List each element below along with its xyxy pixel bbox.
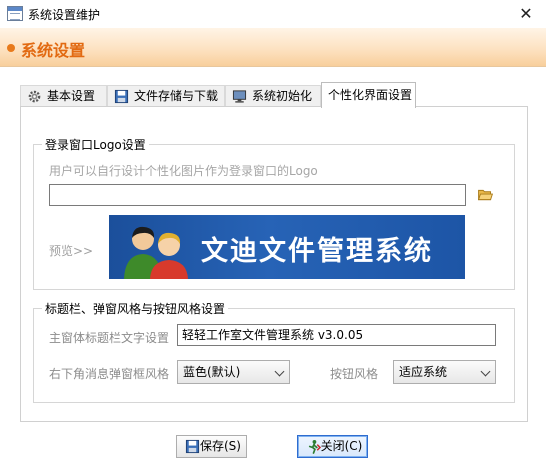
tab-label: 基本设置 [47,89,96,103]
popup-style-label: 右下角消息弹窗框风格 [49,367,170,381]
gear-icon [28,90,41,103]
button-style-value: 适应系统 [399,365,448,379]
style-settings-group: 标题栏、弹窗风格与按钮风格设置 主窗体标题栏文字设置 轻轻工作室文件管理系统 v… [33,300,515,403]
tab-system-init[interactable]: 系统初始化 [225,85,321,107]
close-window-button[interactable]: ✕ [506,0,546,28]
logo-settings-group: 登录窗口Logo设置 用户可以自行设计个性化图片作为登录窗口的Logo 预览>>… [33,136,515,290]
tab-file-storage[interactable]: 文件存储与下载 [107,85,225,107]
caption-label: 主窗体标题栏文字设置 [49,331,170,345]
button-style-select[interactable]: 适应系统 [393,360,496,384]
tab-personalization[interactable]: 个性化界面设置 [321,82,416,108]
group-title: 登录窗口Logo设置 [42,136,149,153]
save-button-label: 保存(S) [200,439,241,453]
preview-label: 预览>> [49,244,94,258]
tab-label: 文件存储与下载 [134,89,219,103]
section-title: 系统设置 [21,41,86,60]
popup-style-select[interactable]: 蓝色(默认) [177,360,290,384]
app-window-icon [7,6,23,21]
close-button[interactable]: 关闭(C) [297,435,368,458]
tab-basic-settings[interactable]: 基本设置 [20,85,107,107]
title-bar: 系统设置维护 ✕ [0,0,546,28]
save-icon [185,439,200,454]
folder-open-icon[interactable] [478,189,493,201]
logo-preview: 文迪文件管理系统 [109,215,465,279]
exit-icon [308,439,321,454]
caption-input[interactable]: 轻轻工作室文件管理系统 v3.0.05 [177,324,496,346]
button-style-label: 按钮风格 [330,367,379,381]
monitor-icon [232,90,247,103]
tab-label: 系统初始化 [252,89,313,103]
chevron-down-icon [480,366,491,377]
group-title: 标题栏、弹窗风格与按钮风格设置 [42,300,229,317]
chevron-down-icon [274,366,285,377]
bullet-icon [7,44,15,52]
window-title: 系统设置维护 [28,8,101,22]
users-icon [124,226,188,279]
personalization-panel: 登录窗口Logo设置 用户可以自行设计个性化图片作为登录窗口的Logo 预览>>… [20,106,528,422]
save-button[interactable]: 保存(S) [176,435,247,458]
logo-path-input[interactable] [49,184,466,206]
popup-style-value: 蓝色(默认) [183,365,241,379]
logo-text: 文迪文件管理系统 [201,236,433,267]
section-banner: 系统设置 [0,28,546,67]
logo-hint-text: 用户可以自行设计个性化图片作为登录窗口的Logo [49,164,318,178]
close-button-label: 关闭(C) [320,439,363,453]
tab-label: 个性化界面设置 [328,88,413,102]
save-icon [114,89,129,104]
